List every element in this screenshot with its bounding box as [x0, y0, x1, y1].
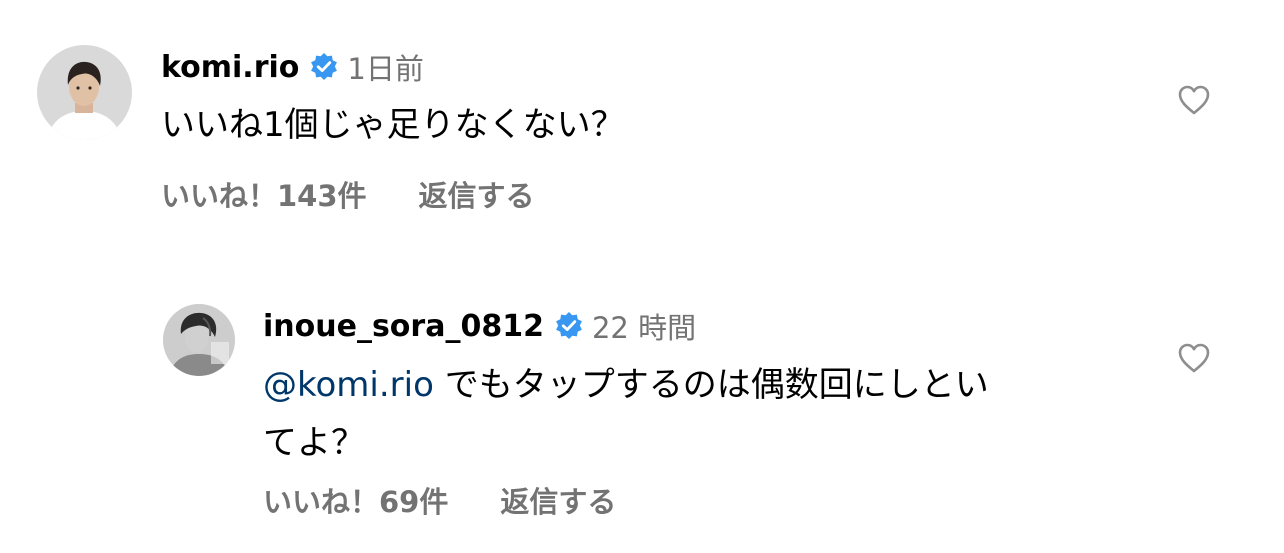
verified-badge-icon	[554, 311, 584, 341]
comment-text-content: いいね1個じゃ足りなくない？	[161, 105, 625, 145]
comment-time: 1日前	[347, 52, 424, 86]
comment-time: 22 時間	[591, 311, 697, 345]
comment-actions: いいね！69件 返信する	[263, 478, 616, 522]
avatar-image	[37, 45, 132, 140]
heart-outline-icon[interactable]	[1177, 84, 1211, 116]
comment-text-line-2: てよ？	[263, 414, 1143, 472]
comment-actions: いいね！143件 返信する	[161, 172, 535, 216]
comment-1: komi.rio 1日前 いいね1個じゃ足りなくない？ いいね！143件 返信す…	[0, 0, 1284, 230]
likes-count-link[interactable]: いいね！69件	[263, 479, 448, 521]
comment-text-line-1: @komi.rio でもタップするのは偶数回にしとい	[263, 356, 1143, 414]
comment-header: inoue_sora_0812 22 時間	[263, 304, 696, 348]
comment-header: komi.rio 1日前	[161, 45, 424, 89]
reply-button[interactable]: 返信する	[500, 479, 616, 521]
verified-badge-icon	[309, 52, 339, 82]
comment-2-reply: inoue_sora_0812 22 時間 @komi.rio でもタップするの…	[0, 280, 1284, 553]
username[interactable]: inoue_sora_0812	[263, 309, 544, 344]
comment-text-content: でもタップするのは偶数回にしとい	[433, 365, 989, 405]
avatar-image	[163, 304, 235, 376]
avatar-komi-rio[interactable]	[37, 45, 132, 140]
mention-link[interactable]: @komi.rio	[263, 365, 434, 405]
username[interactable]: komi.rio	[161, 50, 299, 85]
comment-text-content: てよ？	[263, 423, 365, 463]
comment-text: いいね1個じゃ足りなくない？	[161, 96, 1141, 154]
avatar-inoue-sora[interactable]	[163, 304, 235, 376]
reply-button[interactable]: 返信する	[419, 173, 535, 215]
heart-outline-icon[interactable]	[1177, 342, 1211, 374]
likes-count-link[interactable]: いいね！143件	[161, 173, 367, 215]
comment-text: @komi.rio でもタップするのは偶数回にしとい てよ？	[263, 356, 1143, 472]
